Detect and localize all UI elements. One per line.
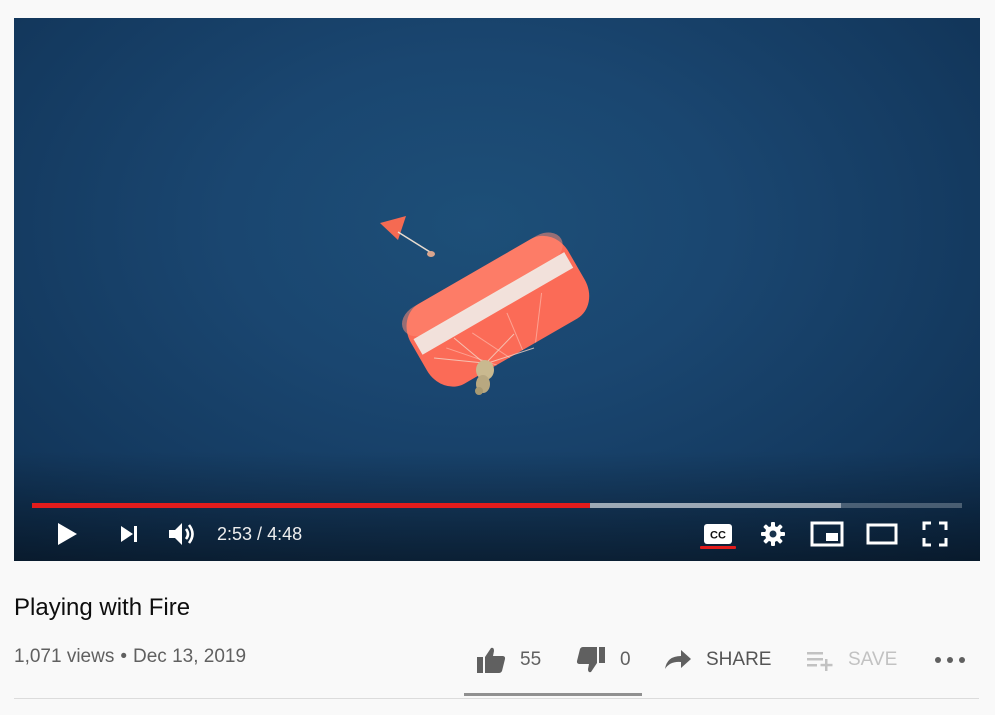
play-button[interactable] (50, 514, 84, 554)
dislike-count: 0 (620, 649, 631, 670)
pilot-chute (380, 216, 435, 257)
dislike-button[interactable]: 0 (576, 640, 631, 680)
settings-button[interactable] (756, 514, 790, 554)
gear-icon (761, 522, 785, 546)
theater-mode-button[interactable] (862, 514, 902, 554)
played-bar (32, 503, 590, 508)
more-actions-button[interactable] (934, 640, 966, 680)
share-button[interactable]: SHARE (664, 640, 771, 680)
svg-text:CC: CC (710, 530, 726, 542)
like-count: 55 (520, 649, 542, 670)
next-icon (121, 526, 137, 542)
volume-icon (169, 523, 194, 545)
save-label: SAVE (848, 649, 898, 670)
time-separator: / (252, 524, 268, 544)
save-button[interactable]: SAVE (806, 640, 897, 680)
captions-icon: CC (704, 524, 732, 544)
skydiver (475, 360, 494, 395)
current-time: 2:53 (217, 524, 253, 544)
playlist-add-icon (807, 652, 833, 671)
seek-bar[interactable] (32, 503, 962, 508)
share-arrow-icon (665, 650, 691, 669)
thumbs-up-icon (477, 647, 506, 673)
video-title: Playing with Fire (14, 594, 191, 621)
control-bar: 2:53 / 4:48 CC (14, 514, 980, 554)
more-horizontal-icon (935, 657, 965, 663)
miniplayer-icon (810, 521, 844, 547)
duration: 4:48 (267, 524, 303, 544)
fullscreen-button[interactable] (916, 514, 954, 554)
miniplayer-button[interactable] (807, 514, 847, 554)
thumbs-down-icon (576, 647, 605, 673)
captions-active-indicator (700, 546, 736, 549)
share-label: SHARE (706, 649, 772, 670)
mute-button[interactable] (164, 514, 200, 554)
video-player[interactable]: 2:53 / 4:48 CC (14, 18, 980, 561)
like-button[interactable]: 55 (476, 640, 541, 680)
section-divider (14, 698, 979, 699)
play-icon (58, 523, 77, 545)
time-display: 2:53 / 4:48 (217, 514, 302, 554)
video-actions: 55 0 SHARE SAVE (0, 640, 995, 680)
parachute-canopy (402, 232, 590, 387)
theater-mode-icon (866, 523, 898, 545)
sentiment-bar (464, 693, 642, 696)
captions-button[interactable]: CC (700, 514, 736, 554)
next-button[interactable] (114, 514, 144, 554)
fullscreen-icon (922, 521, 948, 547)
